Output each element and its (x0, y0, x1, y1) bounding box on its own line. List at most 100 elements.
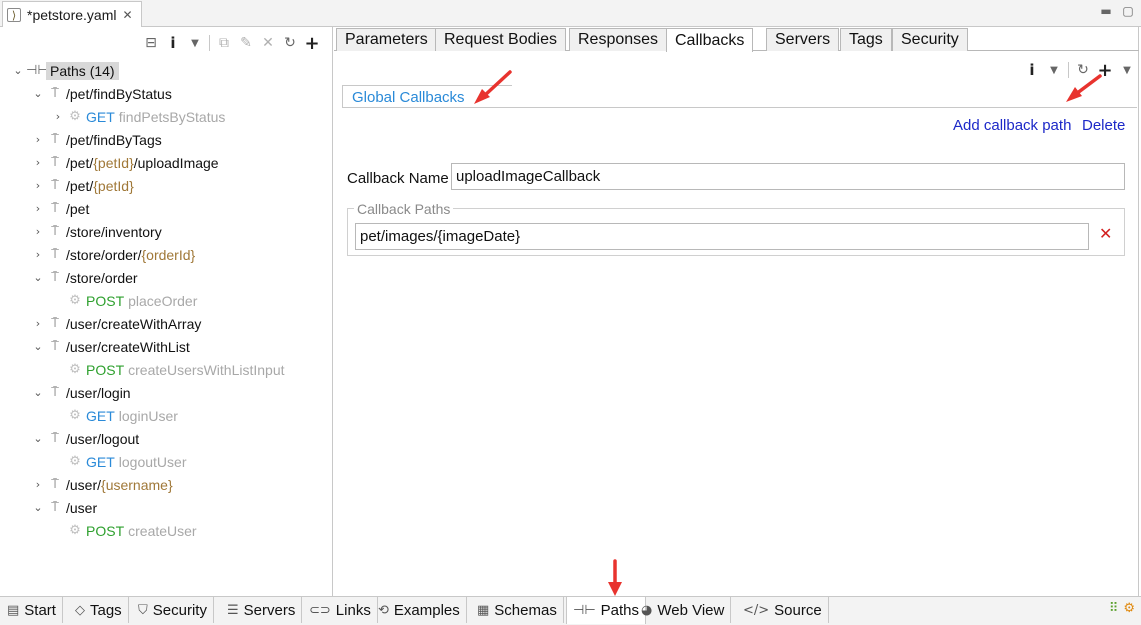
info-dropdown-icon[interactable]: ▼ (1043, 60, 1065, 80)
operation-id: findPetsByStatus (118, 108, 226, 125)
tree-path-node[interactable]: › ⍑ /pet/findByTags (30, 128, 162, 151)
global-callbacks-tab[interactable]: Global Callbacks (342, 85, 475, 109)
copy-icon[interactable]: ⧉ (213, 33, 235, 53)
tree-path-node[interactable]: › ⍑ /store/inventory (30, 220, 162, 243)
bottom-page-tabs: ▤ Start ◇ Tags ⛉ Security ☰ Servers ⊂⊃ Links ⟲ Exam… (0, 596, 1141, 625)
tree-path-label: /user/createWithArray (66, 316, 201, 332)
tree-path-node[interactable]: ⌄ ⍑ /store/order (30, 266, 138, 289)
refresh-icon[interactable]: ↻ (1072, 60, 1094, 80)
tree-operation-node[interactable]: ⚙ POST placeOrder (66, 289, 197, 312)
http-verb: GET (86, 108, 115, 125)
chevron-down-icon[interactable]: ⌄ (30, 87, 46, 100)
tree-path-node[interactable]: ⌄ ⍑ /user/logout (30, 427, 139, 450)
tree-path-label: /store/inventory (66, 224, 162, 240)
link-icon: ⊂⊃ (309, 602, 331, 618)
chevron-down-icon[interactable]: ⌄ (30, 271, 46, 284)
info-icon[interactable]: i (162, 33, 184, 53)
tree-path-node[interactable]: › ⍑ /user/{username} (30, 473, 173, 496)
chevron-right-icon[interactable]: › (30, 202, 46, 215)
chevron-right-icon[interactable]: › (30, 317, 46, 330)
tree-path-label: /user (66, 500, 97, 516)
bottom-tab-links[interactable]: ⊂⊃ Links (303, 597, 378, 623)
tab-parameters[interactable]: Parameters (336, 28, 437, 51)
add-callback-path-link[interactable]: Add callback path (953, 117, 1071, 134)
path-node-icon: ⍑ (51, 477, 59, 492)
tree-path-node[interactable]: › ⍑ /pet/{petId} (30, 174, 134, 197)
tree-path-node[interactable]: › ⍑ /pet (30, 197, 90, 220)
bottom-tab-tags[interactable]: ◇ Tags (69, 597, 129, 623)
chevron-down-icon[interactable]: ⌄ (30, 432, 46, 445)
close-icon[interactable]: ✕ (122, 8, 132, 22)
bottom-tab-servers[interactable]: ☰ Servers (221, 597, 303, 623)
grid-status-icon[interactable]: ⠿ (1109, 601, 1119, 616)
chevron-right-icon[interactable]: › (30, 225, 46, 238)
http-verb: POST (86, 522, 125, 539)
chevron-down-icon[interactable]: ⌄ (10, 64, 26, 77)
tree-operation-node[interactable]: ⚙ GET logoutUser (66, 450, 186, 473)
path-parameter: {username} (101, 476, 173, 493)
tree-path-node[interactable]: ⌄ ⍑ /user/login (30, 381, 130, 404)
chevron-down-icon[interactable]: ⌄ (30, 501, 46, 514)
minimize-icon[interactable]: ▬ (1099, 4, 1113, 18)
bottom-tab-schemas[interactable]: ▦ Schemas (471, 597, 564, 623)
info-icon[interactable]: i (1021, 60, 1043, 80)
http-verb: POST (86, 292, 125, 309)
path-node-icon: ⍑ (51, 132, 59, 147)
bottom-tab-start[interactable]: ▤ Start (1, 597, 63, 623)
chevron-right-icon[interactable]: › (30, 133, 46, 146)
bottom-tab-examples[interactable]: ⟲ Examples (372, 597, 467, 623)
operation-id: placeOrder (128, 292, 198, 309)
tree-path-node[interactable]: ⌄ ⍑ /user (30, 496, 97, 519)
editor-tab-petstore[interactable]: ⟩ *petstore.yaml ✕ (2, 1, 142, 28)
tab-servers[interactable]: Servers (766, 28, 840, 51)
refresh-icon[interactable]: ↻ (279, 33, 301, 53)
operation-id: loginUser (118, 407, 178, 424)
delete-icon[interactable]: ✕ (257, 33, 279, 53)
settings-gear-icon[interactable]: ⚙ (1123, 601, 1135, 616)
add-dropdown-icon[interactable]: ▼ (1116, 60, 1138, 80)
editor-tab-title: *petstore.yaml (27, 7, 117, 23)
path-segment: /store/order (66, 269, 138, 286)
tree-path-node[interactable]: ⌄ ⍑ /pet/findByStatus (30, 82, 171, 105)
add-icon[interactable]: + (301, 33, 323, 54)
bottom-tab-source[interactable]: </> Source (737, 597, 829, 623)
chevron-down-icon[interactable]: ⌄ (30, 340, 46, 353)
path-node-icon: ⍑ (51, 339, 59, 354)
tab-responses[interactable]: Responses (569, 28, 668, 51)
tree-path-node[interactable]: › ⍑ /store/order/{orderId} (30, 243, 195, 266)
tree-root-paths[interactable]: ⌄ ⊣⊢ Paths (14) (10, 59, 119, 82)
bottom-tab-security[interactable]: ⛉ Security (132, 597, 214, 623)
chevron-right-icon[interactable]: › (30, 478, 46, 491)
remove-callback-path-icon[interactable]: ✕ (1099, 224, 1112, 243)
tree-path-node[interactable]: ⌄ ⍑ /user/createWithList (30, 335, 189, 358)
maximize-icon[interactable]: ▢ (1121, 4, 1135, 18)
collapse-all-icon[interactable]: ⊟ (140, 33, 162, 53)
tab-security[interactable]: Security (892, 28, 968, 51)
chevron-right-icon[interactable]: › (30, 248, 46, 261)
tree-operation-node[interactable]: ⚙ POST createUsersWithListInput (66, 358, 284, 381)
callback-path-input[interactable] (355, 223, 1089, 250)
add-icon[interactable]: + (1094, 60, 1116, 81)
tab-request-bodies[interactable]: Request Bodies (435, 28, 566, 51)
info-dropdown-icon[interactable]: ▼ (184, 33, 206, 53)
chevron-right-icon[interactable]: › (30, 156, 46, 169)
tab-tags[interactable]: Tags (840, 28, 892, 51)
tree-operation-node[interactable]: › ⚙ GET findPetsByStatus (50, 105, 226, 128)
tab-callbacks[interactable]: Callbacks (666, 28, 754, 52)
tree-path-node[interactable]: › ⍑ /user/createWithArray (30, 312, 202, 335)
tree-operation-node[interactable]: ⚙ POST createUser (66, 519, 196, 542)
callback-name-input[interactable] (451, 163, 1125, 190)
path-segment: /user/createWithArray (66, 315, 202, 332)
chevron-down-icon[interactable]: ⌄ (30, 386, 46, 399)
examples-icon: ⟲ (378, 602, 389, 618)
chevron-right-icon[interactable]: › (50, 110, 66, 123)
chevron-right-icon[interactable]: › (30, 179, 46, 192)
tree-operation-node[interactable]: ⚙ GET loginUser (66, 404, 178, 427)
tree-path-node[interactable]: › ⍑ /pet/{petId}/uploadImage (30, 151, 219, 174)
code-icon: </> (743, 602, 770, 618)
bottom-tab-paths[interactable]: ⊣⊢ Paths (566, 597, 647, 624)
delete-link[interactable]: Delete (1082, 117, 1125, 134)
bottom-tab-web-view[interactable]: ◕ Web View (635, 597, 732, 623)
edit-icon[interactable]: ✎ (235, 33, 257, 53)
operation-gear-icon: ⚙ (69, 454, 81, 469)
